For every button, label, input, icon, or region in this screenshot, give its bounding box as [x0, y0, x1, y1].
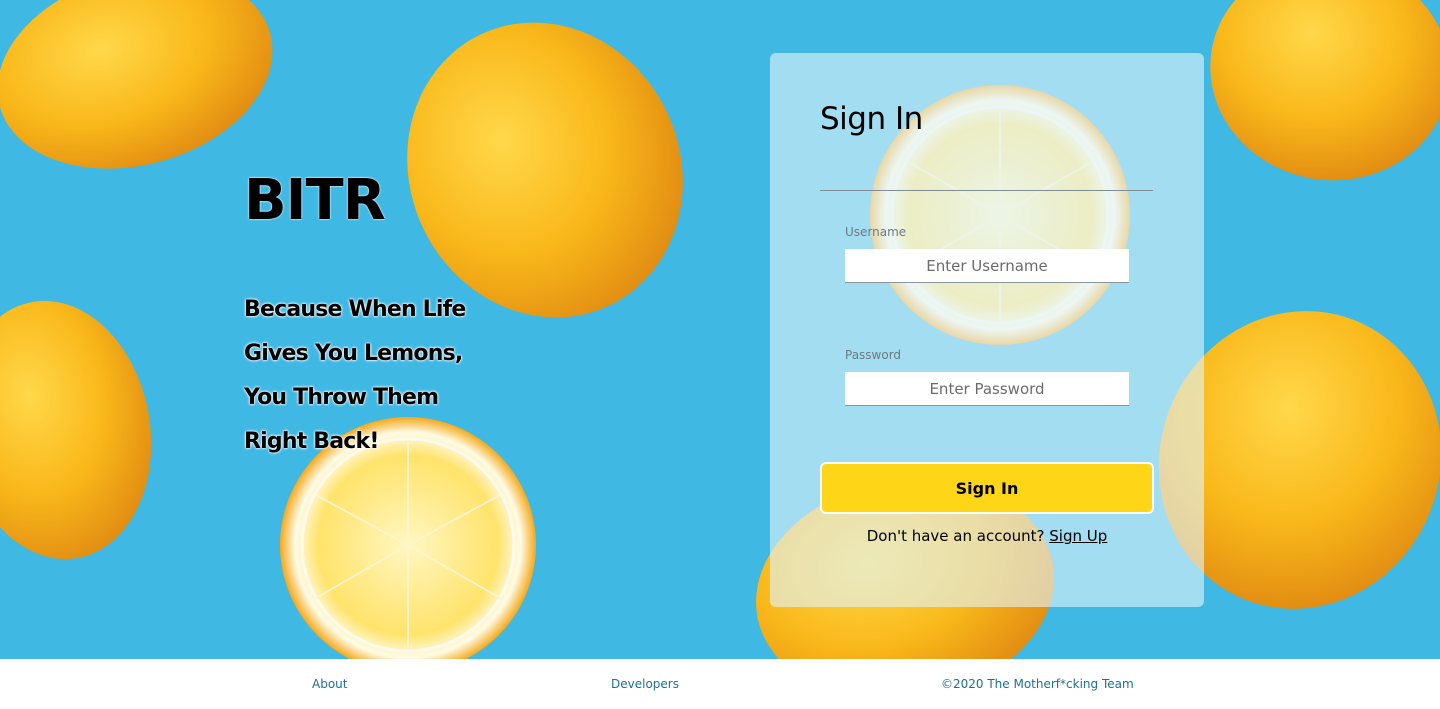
signin-card: Sign In Username Password Sign In Don't … — [770, 53, 1204, 607]
username-label: Username — [845, 225, 907, 239]
hero-background: BITR Because When Life Gives You Lemons,… — [0, 0, 1440, 659]
signup-prompt-line: Don't have an account? Sign Up — [770, 527, 1204, 545]
footer-developers-link[interactable]: Developers — [611, 677, 679, 691]
tagline-line: Right Back! — [244, 429, 379, 454]
username-input[interactable] — [845, 249, 1129, 283]
tagline-line: Because When Life — [244, 297, 466, 322]
signin-title: Sign In — [820, 101, 923, 137]
brand-logo-text: BITR — [244, 168, 386, 233]
footer-about-link[interactable]: About — [312, 677, 347, 691]
tagline-line: Gives You Lemons, — [244, 341, 463, 366]
lemons-background-image — [0, 0, 1440, 659]
signin-button[interactable]: Sign In — [820, 462, 1154, 514]
signup-prompt-text: Don't have an account? — [866, 527, 1045, 545]
signup-link[interactable]: Sign Up — [1049, 527, 1107, 545]
title-divider — [820, 190, 1153, 191]
password-input[interactable] — [845, 372, 1129, 406]
tagline-line: You Throw Them — [244, 385, 439, 410]
password-label: Password — [845, 348, 902, 362]
footer-copyright-text: ©2020 The Motherf*cking Team — [941, 677, 1134, 691]
footer: About Developers ©2020 The Motherf*cking… — [0, 659, 1440, 709]
tagline: Because When Life Gives You Lemons, You … — [244, 288, 544, 464]
